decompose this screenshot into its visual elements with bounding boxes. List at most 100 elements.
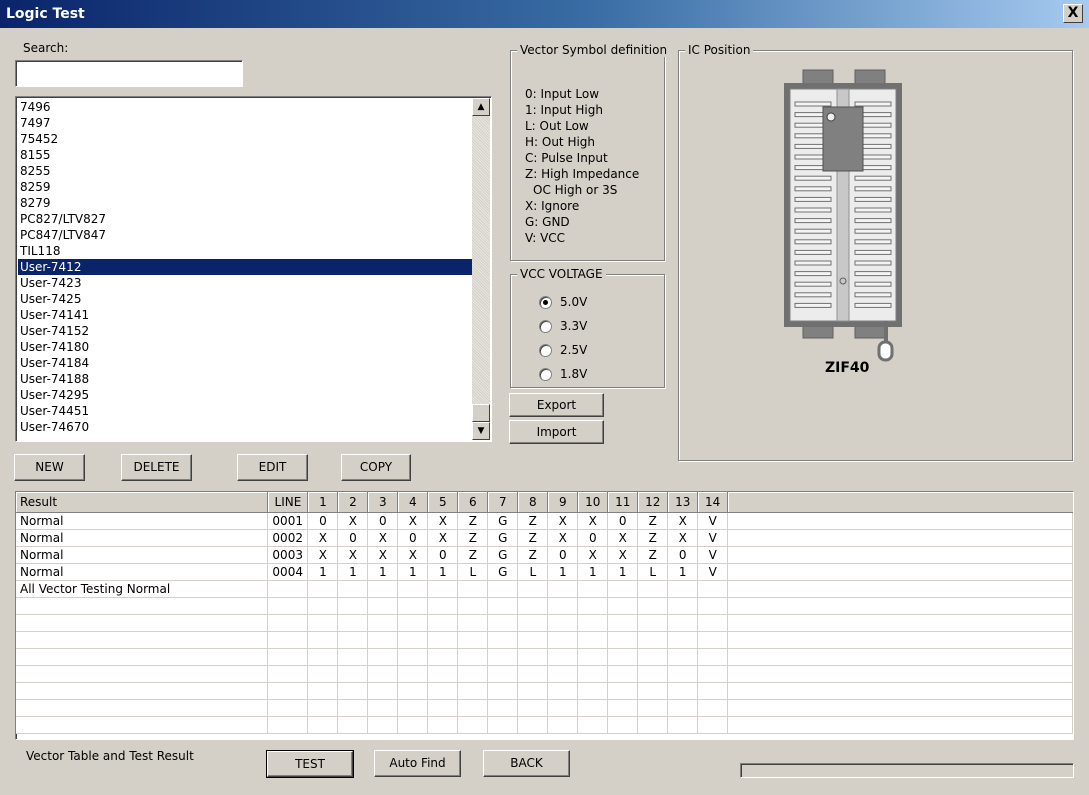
table-cell — [637, 699, 669, 717]
column-header[interactable]: 4 — [397, 492, 429, 513]
chip-list-item[interactable]: User-74451 — [18, 403, 472, 419]
chip-list-item[interactable]: User-74184 — [18, 355, 472, 371]
column-header[interactable]: LINE — [267, 492, 309, 513]
chip-list-item[interactable]: 8279 — [18, 195, 472, 211]
vcc-option[interactable]: 1.8V — [539, 365, 587, 383]
radio-icon[interactable] — [539, 367, 552, 381]
chip-list-item[interactable]: PC847/LTV847 — [18, 227, 472, 243]
chip-list-item[interactable]: User-74141 — [18, 307, 472, 323]
auto-find-button[interactable]: Auto Find — [374, 750, 461, 777]
table-cell — [397, 631, 429, 649]
chip-list-item[interactable]: 75452 — [18, 131, 472, 147]
vector-symbol-line: C: Pulse Input — [525, 151, 608, 165]
table-cell — [547, 648, 579, 666]
scroll-up-icon[interactable]: ▲ — [472, 98, 490, 116]
column-header[interactable]: 7 — [487, 492, 519, 513]
chip-list-item[interactable]: 8155 — [18, 147, 472, 163]
table-cell: X — [397, 546, 429, 564]
copy-button[interactable]: COPY — [341, 454, 411, 481]
test-button[interactable]: TEST — [266, 750, 354, 778]
chip-list-item[interactable]: User-74295 — [18, 387, 472, 403]
table-cell — [457, 614, 489, 632]
delete-button[interactable]: DELETE — [121, 454, 192, 481]
table-row[interactable]: Normal 0004 1 1 1 1 1 L G L 1 1 1 L 1 V — [16, 563, 1073, 581]
table-cell — [667, 580, 699, 598]
radio-icon[interactable] — [539, 295, 552, 309]
table-cell — [457, 597, 489, 615]
close-button[interactable]: X — [1063, 4, 1083, 23]
column-header[interactable]: 1 — [307, 492, 339, 513]
edit-button[interactable]: EDIT — [237, 454, 308, 481]
chip-list-item[interactable]: 7497 — [18, 115, 472, 131]
search-input[interactable] — [15, 60, 243, 87]
export-button[interactable]: Export — [509, 393, 604, 417]
table-cell — [547, 614, 579, 632]
import-button[interactable]: Import — [509, 420, 604, 444]
zif-pin-icon — [794, 228, 832, 234]
radio-icon[interactable] — [539, 343, 552, 357]
chip-list-item[interactable]: TIL118 — [18, 243, 472, 259]
column-header[interactable]: 11 — [607, 492, 639, 513]
column-header[interactable]: 13 — [667, 492, 699, 513]
chip-list-item[interactable]: User-74152 — [18, 323, 472, 339]
table-caption: Vector Table and Test Result — [26, 749, 194, 763]
table-cell — [547, 665, 579, 683]
chip-list-item[interactable]: User-7423 — [18, 275, 472, 291]
table-row[interactable]: Normal 0003 X X X X 0 Z G Z 0 X X Z 0 V — [16, 546, 1073, 564]
chip-list-item[interactable]: 8255 — [18, 163, 472, 179]
table-row[interactable]: Normal 0002 X 0 X 0 X Z G Z X 0 X Z X V — [16, 529, 1073, 547]
table-cell — [427, 580, 459, 598]
table-cell — [337, 648, 369, 666]
zif-pin-icon — [794, 292, 832, 298]
table-row[interactable]: All Vector Testing Normal — [16, 580, 1073, 598]
table-row[interactable]: Normal 0001 0 X 0 X X Z G Z X X 0 Z X V — [16, 512, 1073, 530]
chip-list-item[interactable]: 8259 — [18, 179, 472, 195]
table-cell: L — [517, 563, 549, 581]
chip-list-item[interactable]: User-74180 — [18, 339, 472, 355]
column-header[interactable]: 2 — [337, 492, 369, 513]
column-header[interactable]: Result — [16, 492, 269, 513]
chip-list-item[interactable]: 7496 — [18, 99, 472, 115]
column-header[interactable]: 14 — [697, 492, 729, 513]
column-header[interactable]: 3 — [367, 492, 399, 513]
column-header[interactable]: 9 — [547, 492, 579, 513]
table-cell — [697, 648, 729, 666]
table-cell — [427, 665, 459, 683]
zif-pin-icon — [854, 260, 892, 266]
chip-list[interactable]: 7496 7497 75452 8155 8255 8259 8279 PC827/LTV82… — [15, 96, 492, 442]
chip-list-item[interactable]: User-7425 — [18, 291, 472, 307]
column-header[interactable]: 10 — [577, 492, 609, 513]
chip-list-item[interactable]: PC827/LTV827 — [18, 211, 472, 227]
vcc-option[interactable]: 5.0V — [539, 293, 587, 311]
back-button[interactable]: BACK — [483, 750, 570, 777]
chip-list-item[interactable]: User-7412 — [18, 259, 472, 275]
chip-list-item[interactable]: User-74188 — [18, 371, 472, 387]
radio-icon[interactable] — [539, 319, 552, 333]
column-header[interactable]: 5 — [427, 492, 459, 513]
column-header[interactable]: 8 — [517, 492, 549, 513]
table-cell: X — [577, 512, 609, 530]
table-row — [16, 597, 1073, 615]
scroll-down-icon[interactable]: ▼ — [472, 422, 490, 440]
table-cell-filler — [727, 580, 1073, 598]
table-cell — [697, 597, 729, 615]
scroll-thumb[interactable] — [472, 404, 490, 422]
zif-pin-icon — [854, 281, 892, 287]
new-button[interactable]: NEW — [14, 454, 85, 481]
column-header[interactable]: 6 — [457, 492, 489, 513]
vcc-option-label: 1.8V — [560, 367, 588, 381]
vector-symbol-line: X: Ignore — [525, 199, 580, 213]
table-cell — [337, 597, 369, 615]
zif-socket-icon — [784, 69, 902, 362]
result-grid: Result LINE 1 2 3 4 5 6 7 8 9 10 11 12 13 14 Normal 0001… — [16, 492, 1073, 734]
column-header[interactable]: 12 — [637, 492, 669, 513]
table-cell — [697, 699, 729, 717]
table-cell — [16, 665, 269, 683]
chip-list-item[interactable]: User-74670 — [18, 419, 472, 435]
table-cell — [16, 699, 269, 717]
table-cell — [517, 682, 549, 700]
vcc-option[interactable]: 3.3V — [539, 317, 587, 335]
chip-list-scrollbar[interactable]: ▲ ▼ — [472, 98, 490, 440]
vcc-option[interactable]: 2.5V — [539, 341, 587, 359]
zif-pin-icon — [854, 207, 892, 213]
